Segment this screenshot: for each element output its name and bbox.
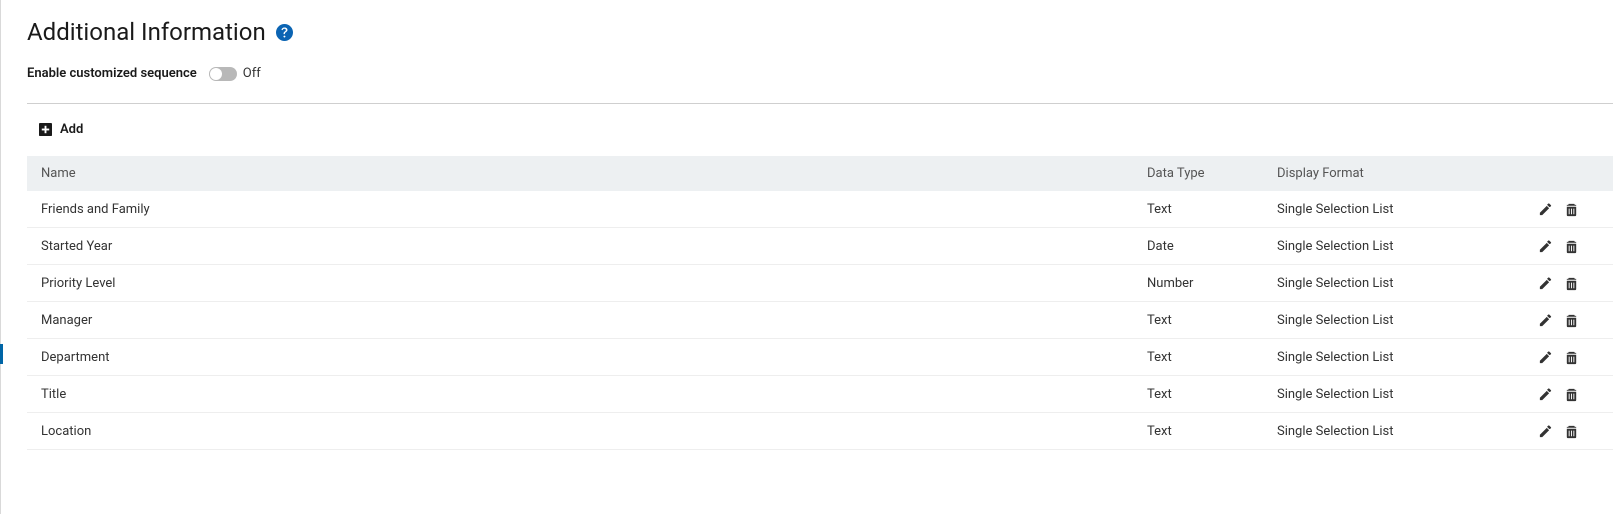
page-header: Additional Information	[27, 18, 1623, 46]
toggle-track-icon	[209, 67, 237, 81]
row-actions	[1537, 275, 1599, 291]
edit-button[interactable]	[1537, 423, 1553, 439]
column-header-data-type: Data Type	[1133, 156, 1263, 191]
delete-button[interactable]	[1563, 349, 1579, 365]
cell-data-type: Text	[1133, 376, 1263, 413]
help-icon[interactable]	[276, 24, 293, 41]
cell-name: Location	[27, 413, 1133, 450]
edit-button[interactable]	[1537, 349, 1553, 365]
trash-icon	[1564, 350, 1579, 365]
trash-icon	[1564, 424, 1579, 439]
table-row: Priority LevelNumberSingle Selection Lis…	[27, 265, 1613, 302]
trash-icon	[1564, 202, 1579, 217]
edit-button[interactable]	[1537, 312, 1553, 328]
cell-data-type: Number	[1133, 265, 1263, 302]
add-row: Add	[27, 104, 1623, 156]
table-header-row: Name Data Type Display Format	[27, 156, 1613, 191]
pencil-icon	[1538, 276, 1553, 291]
cell-display-format: Single Selection List	[1263, 302, 1523, 339]
toggle-knob-icon	[210, 68, 222, 80]
cell-name: Department	[27, 339, 1133, 376]
column-header-name: Name	[27, 156, 1133, 191]
trash-icon	[1564, 313, 1579, 328]
table-row: Started YearDateSingle Selection List	[27, 228, 1613, 265]
toggle-label: Enable customized sequence	[27, 66, 197, 81]
toggle-state: Off	[243, 66, 261, 81]
delete-button[interactable]	[1563, 201, 1579, 217]
cell-data-type: Text	[1133, 302, 1263, 339]
delete-button[interactable]	[1563, 386, 1579, 402]
cell-actions	[1523, 376, 1613, 413]
cell-actions	[1523, 302, 1613, 339]
cell-data-type: Text	[1133, 339, 1263, 376]
cell-name: Friends and Family	[27, 191, 1133, 228]
edit-button[interactable]	[1537, 386, 1553, 402]
table-row: DepartmentTextSingle Selection List	[27, 339, 1613, 376]
fields-table: Name Data Type Display Format Friends an…	[27, 156, 1613, 450]
pencil-icon	[1538, 387, 1553, 402]
cell-display-format: Single Selection List	[1263, 191, 1523, 228]
cell-display-format: Single Selection List	[1263, 339, 1523, 376]
delete-button[interactable]	[1563, 275, 1579, 291]
row-actions	[1537, 349, 1599, 365]
cell-actions	[1523, 413, 1613, 450]
cell-data-type: Text	[1133, 191, 1263, 228]
cell-name: Priority Level	[27, 265, 1133, 302]
cell-display-format: Single Selection List	[1263, 265, 1523, 302]
cell-display-format: Single Selection List	[1263, 228, 1523, 265]
pencil-icon	[1538, 424, 1553, 439]
row-actions	[1537, 423, 1599, 439]
cell-name: Started Year	[27, 228, 1133, 265]
edit-button[interactable]	[1537, 275, 1553, 291]
cell-display-format: Single Selection List	[1263, 376, 1523, 413]
table-row: Friends and FamilyTextSingle Selection L…	[27, 191, 1613, 228]
pencil-icon	[1538, 202, 1553, 217]
add-label: Add	[60, 122, 83, 137]
cell-name: Manager	[27, 302, 1133, 339]
plus-icon	[39, 123, 52, 136]
cell-name: Title	[27, 376, 1133, 413]
trash-icon	[1564, 276, 1579, 291]
row-actions	[1537, 238, 1599, 254]
trash-icon	[1564, 387, 1579, 402]
trash-icon	[1564, 239, 1579, 254]
cell-actions	[1523, 191, 1613, 228]
page-title: Additional Information	[27, 18, 266, 46]
pencil-icon	[1538, 350, 1553, 365]
row-actions	[1537, 201, 1599, 217]
cell-actions	[1523, 265, 1613, 302]
table-row: LocationTextSingle Selection List	[27, 413, 1613, 450]
cell-actions	[1523, 228, 1613, 265]
pencil-icon	[1538, 239, 1553, 254]
customized-sequence-toggle[interactable]: Off	[209, 66, 261, 81]
side-accent	[0, 344, 3, 364]
table-row: ManagerTextSingle Selection List	[27, 302, 1613, 339]
toggle-row: Enable customized sequence Off	[27, 66, 1613, 104]
pencil-icon	[1538, 313, 1553, 328]
delete-button[interactable]	[1563, 312, 1579, 328]
delete-button[interactable]	[1563, 238, 1579, 254]
column-header-display-format: Display Format	[1263, 156, 1523, 191]
table-row: TitleTextSingle Selection List	[27, 376, 1613, 413]
cell-display-format: Single Selection List	[1263, 413, 1523, 450]
add-button[interactable]: Add	[39, 122, 83, 137]
cell-actions	[1523, 339, 1613, 376]
edit-button[interactable]	[1537, 201, 1553, 217]
edit-button[interactable]	[1537, 238, 1553, 254]
delete-button[interactable]	[1563, 423, 1579, 439]
cell-data-type: Text	[1133, 413, 1263, 450]
row-actions	[1537, 386, 1599, 402]
cell-data-type: Date	[1133, 228, 1263, 265]
column-header-actions	[1523, 156, 1613, 191]
row-actions	[1537, 312, 1599, 328]
